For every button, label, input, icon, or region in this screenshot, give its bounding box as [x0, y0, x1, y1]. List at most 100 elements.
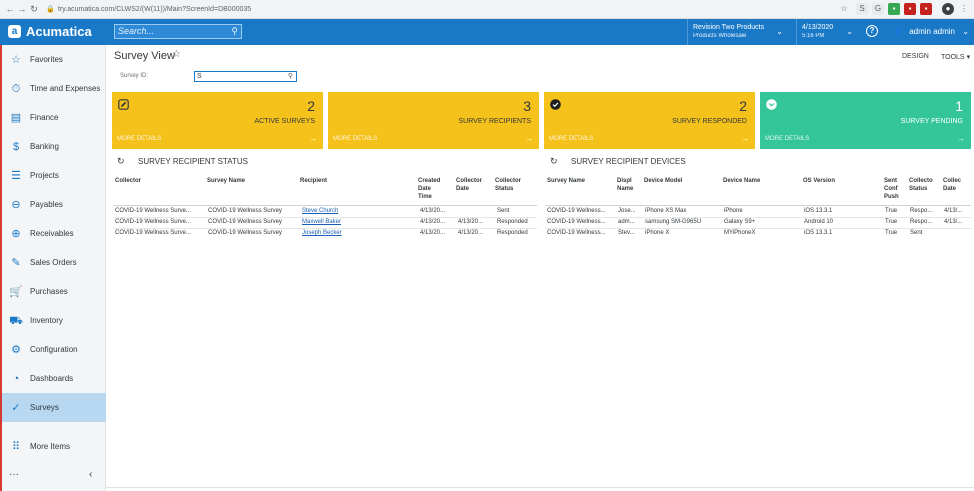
recipient-link[interactable]: Joseph Becker: [302, 228, 412, 239]
arrow-right-icon[interactable]: →: [309, 134, 317, 143]
sidebar-item-payables[interactable]: ⊖ Payables: [2, 190, 106, 219]
search-icon[interactable]: ⚲: [231, 25, 238, 38]
search-icon[interactable]: ⚲: [288, 72, 293, 81]
arrow-right-icon[interactable]: →: [957, 134, 965, 143]
sidebar-item-time-and-expenses[interactable]: ⏱ Time and Expenses: [2, 74, 106, 103]
search-input[interactable]: Search... ⚲: [114, 24, 242, 39]
table-row[interactable]: COVID-19 Wellness... Stev... iPhone X MY…: [545, 228, 971, 239]
back-icon[interactable]: ←: [4, 4, 16, 14]
column-header[interactable]: Collector: [115, 177, 141, 185]
table-cell: COVID-19 Wellness Survey: [208, 219, 282, 225]
table-cell: True: [885, 230, 898, 236]
column-header[interactable]: Displ Name: [617, 177, 633, 193]
table-cell: iPhone XS Max: [645, 208, 687, 214]
extension-icon[interactable]: ▪: [920, 3, 932, 15]
column-header[interactable]: OS Version: [803, 177, 835, 185]
status-section-title: SURVEY RECIPIENT STATUS: [138, 157, 248, 166]
page-title: Survey View: [114, 50, 175, 62]
extension-icon[interactable]: G: [872, 3, 884, 15]
column-header[interactable]: Sent Conf Push: [884, 177, 899, 201]
more-details-link[interactable]: MORE DETAILS: [117, 136, 161, 142]
chevron-left-icon[interactable]: ‹: [89, 469, 92, 480]
sidebar-item-finance[interactable]: ▤ Finance: [2, 103, 106, 132]
company-selector[interactable]: Revision Two Products Products Wholesale…: [687, 19, 788, 45]
extension-icon[interactable]: ▪: [904, 3, 916, 15]
survey-id-value: S: [197, 73, 202, 80]
sidebar-item-favorites[interactable]: ☆ Favorites: [2, 45, 106, 74]
column-header[interactable]: Survey Name: [207, 177, 245, 185]
refresh-icon[interactable]: ↻: [117, 156, 125, 167]
table-row[interactable]: COVID-19 Wellness Surve... COVID-19 Well…: [113, 228, 537, 239]
tile-survey-responded[interactable]: 2 SURVEY RESPONDED MORE DETAILS →: [544, 92, 755, 149]
design-button[interactable]: DESIGN: [902, 53, 929, 60]
arrow-right-icon[interactable]: →: [525, 134, 533, 143]
survey-id-field[interactable]: S ⚲: [194, 71, 297, 82]
column-header[interactable]: Recipient: [300, 177, 327, 185]
favorite-star-icon[interactable]: ☆: [172, 49, 181, 60]
bookmark-star-icon[interactable]: ☆: [838, 3, 850, 15]
more-details-link[interactable]: MORE DETAILS: [549, 136, 593, 142]
sidebar-item-more-items[interactable]: ⠿ More Items: [2, 432, 106, 461]
menu-icon[interactable]: ⋮: [958, 3, 970, 15]
column-header[interactable]: Collector Status: [495, 177, 521, 193]
sidebar-item-label: Sales Orders: [30, 258, 77, 267]
tools-menu[interactable]: TOOLS ▾: [941, 53, 970, 61]
acumatica-logo[interactable]: a Acumatica: [8, 24, 92, 39]
table-row[interactable]: COVID-19 Wellness Surve... COVID-19 Well…: [113, 206, 537, 217]
sidebar-item-inventory[interactable]: ⛟ Inventory: [2, 306, 106, 335]
column-header[interactable]: Collecto Status: [909, 177, 933, 193]
sidebar-item-dashboards[interactable]: ◔ Dashboards: [2, 364, 106, 393]
column-header[interactable]: Device Model: [644, 177, 682, 185]
table-row[interactable]: COVID-19 Wellness... adm... samsung SM-G…: [545, 217, 971, 228]
tile-active-surveys[interactable]: 2 ACTIVE SURVEYS MORE DETAILS →: [112, 92, 323, 149]
sidebar-item-receivables[interactable]: ⊕ Receivables: [2, 219, 106, 248]
table-cell: Responded: [497, 219, 528, 225]
table-cell: COVID-19 Wellness...: [547, 230, 606, 236]
sidebar-item-label: More Items: [30, 442, 71, 451]
sidebar-item-projects[interactable]: ☰ Projects: [2, 161, 106, 190]
arrow-right-icon[interactable]: →: [741, 134, 749, 143]
table-cell: COVID-19 Wellness Surve...: [115, 219, 191, 225]
date-selector[interactable]: 4/13/2020 5:16 PM ⌄: [796, 19, 858, 45]
tile-label: SURVEY RESPONDED: [672, 118, 747, 125]
forward-icon[interactable]: →: [16, 4, 28, 14]
tile-survey-pending[interactable]: 1 SURVEY PENDING MORE DETAILS →: [760, 92, 971, 149]
column-header[interactable]: Created Date Time: [418, 177, 440, 201]
edit-icon: [118, 99, 129, 110]
profile-avatar[interactable]: ●: [942, 3, 954, 15]
column-header[interactable]: Survey Name: [547, 177, 585, 185]
sidebar-item-surveys[interactable]: ✓ Surveys: [2, 393, 106, 422]
column-header[interactable]: Collector Date: [456, 177, 482, 193]
table-cell: 4/13/...: [944, 208, 963, 214]
column-header[interactable]: Device Name: [723, 177, 760, 185]
user-menu[interactable]: 👤 admin admin ⌄: [893, 27, 969, 36]
table-cell: iOS 13.3.1: [804, 208, 833, 214]
address-bar[interactable]: try.acumatica.com/CLWS2/(W(11))/Main?Scr…: [58, 6, 251, 13]
tile-survey-recipients[interactable]: 3 SURVEY RECIPIENTS MORE DETAILS →: [328, 92, 539, 149]
table-cell: Sent: [497, 208, 510, 214]
recipient-link[interactable]: Maxwell Baker: [302, 217, 412, 228]
recipient-link[interactable]: Steve Church: [302, 206, 412, 217]
help-icon[interactable]: ?: [866, 25, 878, 37]
more-details-link[interactable]: MORE DETAILS: [333, 136, 377, 142]
column-header[interactable]: Collec Date: [943, 177, 961, 193]
extension-icon[interactable]: S: [856, 3, 868, 15]
extension-icon[interactable]: ▪: [888, 3, 900, 15]
caret-down-icon: ▾: [966, 54, 971, 61]
clock-icon: ⏱: [11, 82, 21, 95]
chevron-down-icon: ⌄: [846, 27, 853, 36]
sidebar-item-sales-orders[interactable]: ✎ Sales Orders: [2, 248, 106, 277]
table-row[interactable]: COVID-19 Wellness Surve... COVID-19 Well…: [113, 217, 537, 228]
table-cell: True: [885, 219, 898, 225]
sidebar-item-purchases[interactable]: 🛒 Purchases: [2, 277, 106, 306]
table-cell: True: [885, 208, 898, 214]
ellipsis-icon[interactable]: ···: [9, 469, 19, 480]
sidebar-item-label: Surveys: [30, 403, 59, 412]
reload-icon[interactable]: ↻: [28, 4, 40, 15]
refresh-icon[interactable]: ↻: [550, 156, 558, 167]
more-details-link[interactable]: MORE DETAILS: [765, 136, 809, 142]
table-row[interactable]: COVID-19 Wellness... Jose... iPhone XS M…: [545, 206, 971, 217]
sidebar-item-configuration[interactable]: ⚙ Configuration: [2, 335, 106, 364]
chevron-down-circle-icon: [766, 99, 777, 110]
sidebar-item-banking[interactable]: $ Banking: [2, 132, 106, 161]
